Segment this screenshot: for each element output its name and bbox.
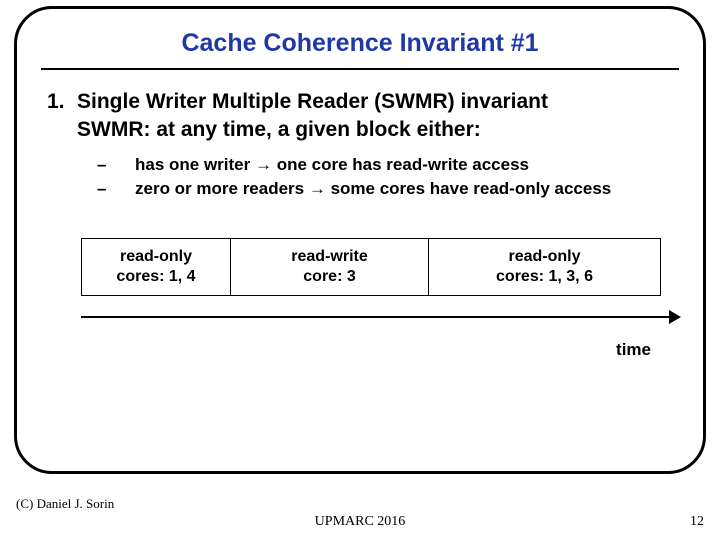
epoch-2-line2: core: 3 xyxy=(235,267,424,287)
list-item-1: 1. Single Writer Multiple Reader (SWMR) … xyxy=(47,88,679,116)
page-number: 12 xyxy=(690,514,704,530)
dash-list: – has one writer → one core has read-wri… xyxy=(47,153,679,202)
main-list: 1. Single Writer Multiple Reader (SWMR) … xyxy=(41,88,679,202)
epoch-1: read-only cores: 1, 4 xyxy=(81,238,231,296)
slide-title: Cache Coherence Invariant #1 xyxy=(41,29,679,70)
epoch-1-line2: cores: 1, 4 xyxy=(86,267,226,287)
epoch-2: read-write core: 3 xyxy=(231,238,429,296)
epoch-3: read-only cores: 1, 3, 6 xyxy=(429,238,661,296)
epoch-2-line1: read-write xyxy=(235,247,424,267)
epoch-1-line1: read-only xyxy=(86,247,226,267)
dash-marker: – xyxy=(97,153,135,178)
epoch-3-line1: read-only xyxy=(433,247,656,267)
footer-center: UPMARC 2016 xyxy=(0,514,720,530)
dash-text-1: has one writer → one core has read-write… xyxy=(135,153,529,178)
dash-item-2: – zero or more readers → some cores have… xyxy=(97,177,679,202)
dash-marker: – xyxy=(97,177,135,202)
slide: Cache Coherence Invariant #1 1. Single W… xyxy=(0,0,720,540)
copyright: (C) Daniel J. Sorin xyxy=(16,496,114,512)
timeline-epochs: read-only cores: 1, 4 read-write core: 3… xyxy=(81,238,661,296)
arrowhead-icon xyxy=(669,310,681,324)
dash-item-1: – has one writer → one core has read-wri… xyxy=(97,153,679,178)
arrow-icon: → xyxy=(255,155,272,174)
time-axis xyxy=(81,310,681,324)
axis-line xyxy=(81,316,671,318)
dash-1b: one core has read-write access xyxy=(272,155,529,174)
list-number: 1. xyxy=(47,88,77,116)
list-line-1: Single Writer Multiple Reader (SWMR) inv… xyxy=(77,88,548,116)
list-line-2: SWMR: at any time, a given block either: xyxy=(47,116,679,144)
dash-2a: zero or more readers xyxy=(135,179,309,198)
dash-text-2: zero or more readers → some cores have r… xyxy=(135,177,611,202)
arrow-icon: → xyxy=(309,179,326,198)
epoch-3-line2: cores: 1, 3, 6 xyxy=(433,267,656,287)
dash-2b: some cores have read-only access xyxy=(326,179,611,198)
dash-1a: has one writer xyxy=(135,155,255,174)
slide-frame: Cache Coherence Invariant #1 1. Single W… xyxy=(14,6,706,474)
time-label: time xyxy=(41,340,651,360)
